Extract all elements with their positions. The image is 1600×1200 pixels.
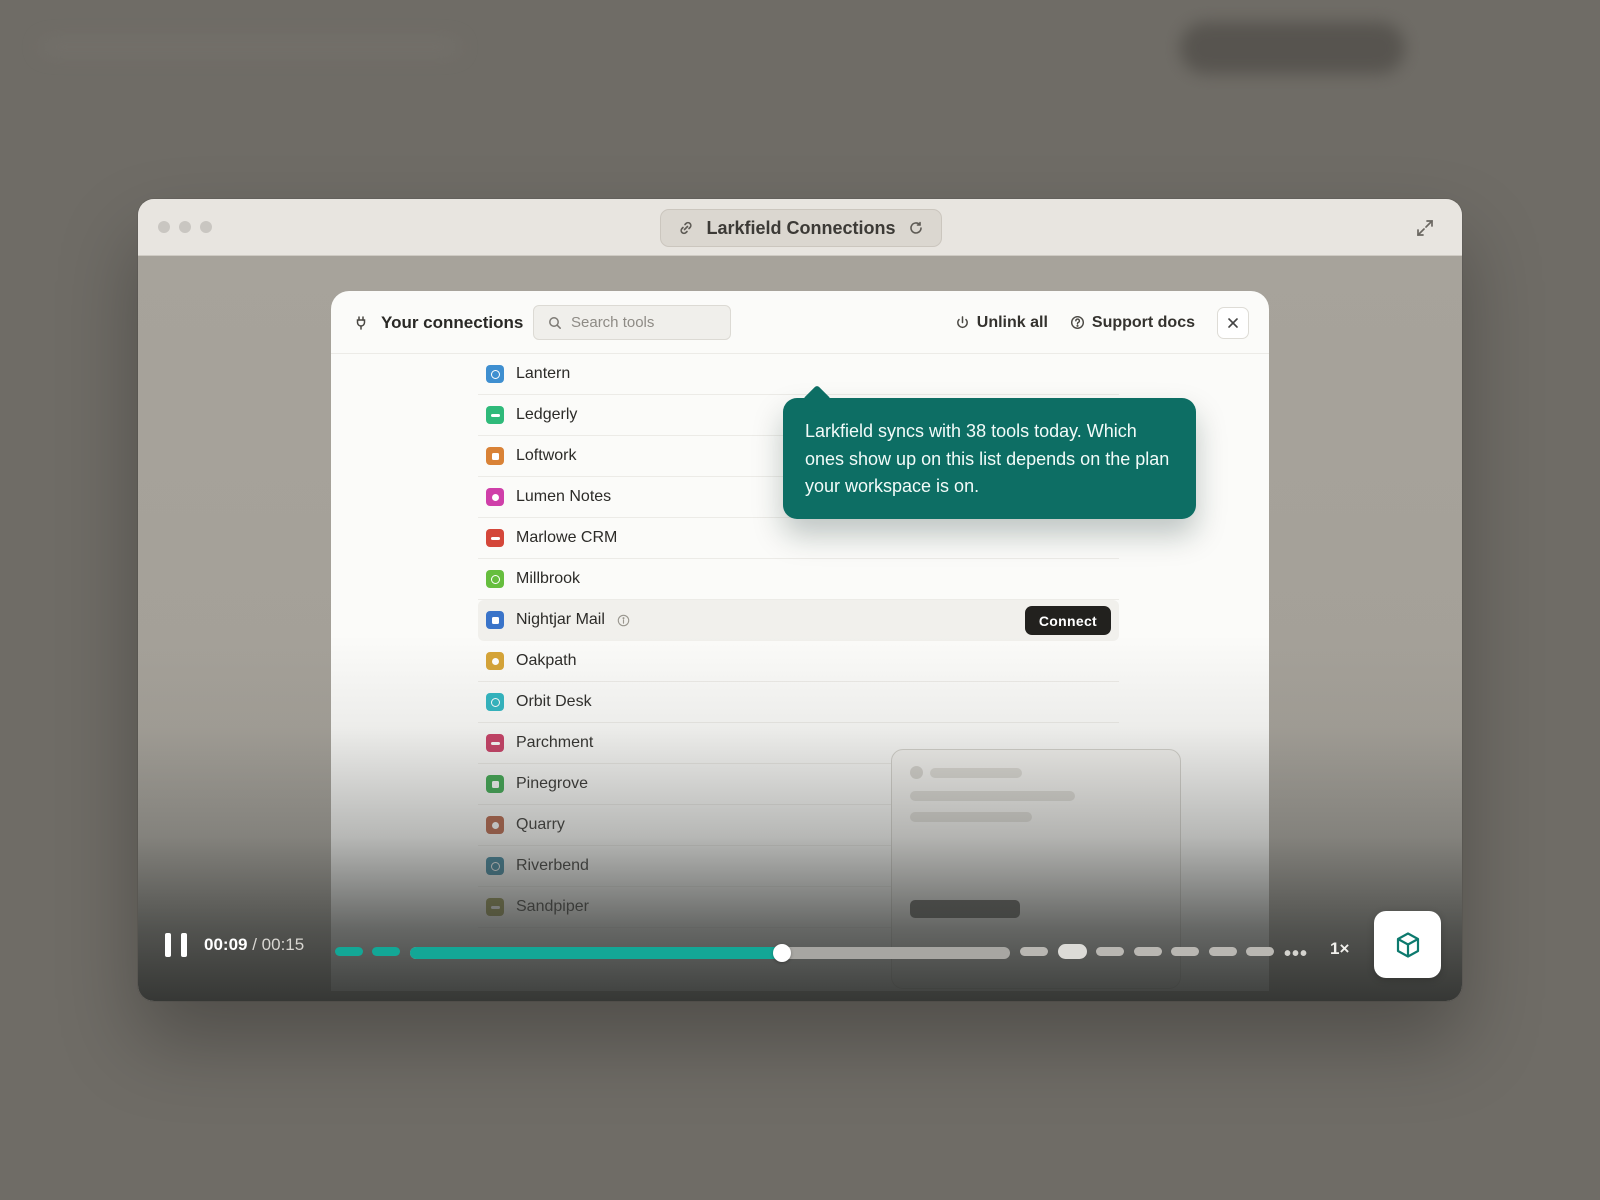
app-logo-icon (486, 652, 504, 670)
app-logo-icon (486, 365, 504, 383)
chapter-segment[interactable] (1246, 947, 1274, 956)
more-chapters-icon[interactable]: ••• (1284, 943, 1308, 966)
link-icon (678, 220, 694, 236)
connection-name: Pinegrove (516, 775, 589, 792)
chapter-segment[interactable] (1058, 944, 1087, 959)
background-blur-pill (1180, 22, 1405, 74)
app-logo-icon (486, 611, 504, 629)
modal-title-text: Your connections (381, 312, 524, 332)
cube-icon[interactable] (1374, 911, 1441, 978)
tooltip-text: Larkfield syncs with 38 tools today. Whi… (805, 421, 1170, 496)
reload-icon[interactable] (908, 220, 924, 236)
unlink-all-button[interactable]: Unlink all (955, 314, 1048, 332)
info-icon[interactable] (617, 614, 630, 627)
support-docs-label: Support docs (1091, 313, 1195, 331)
connection-name: Quarry (516, 816, 565, 833)
connection-name: Ledgerly (516, 406, 578, 423)
connection-name: Lumen Notes (516, 488, 612, 505)
connection-row[interactable]: Marlowe CRM (478, 518, 1119, 559)
search-field[interactable] (533, 305, 731, 340)
connection-name: Oakpath (516, 652, 577, 669)
connection-name: Riverbend (516, 857, 589, 874)
connection-name: Marlowe CRM (516, 529, 618, 546)
skeleton-line (910, 812, 1032, 822)
connection-row[interactable]: Millbrook (478, 559, 1119, 600)
app-logo-icon (486, 775, 504, 793)
background-blur (40, 40, 460, 54)
window-title: Larkfield Connections (706, 217, 896, 238)
connection-name: Nightjar Mail (516, 611, 605, 628)
connection-name: Loftwork (516, 447, 577, 464)
pause-icon[interactable] (165, 933, 187, 961)
minimize-window-dot[interactable] (179, 221, 191, 233)
modal-header: Your connections Search tools Unlink all… (331, 291, 1269, 354)
app-logo-icon (486, 488, 504, 506)
page-content: Your connections Search tools Unlink all… (138, 256, 1462, 1001)
connections-modal: Your connections Search tools Unlink all… (331, 291, 1269, 991)
app-logo-icon (486, 447, 504, 465)
progress-track[interactable] (410, 947, 1010, 959)
close-window-dot[interactable] (158, 221, 170, 233)
window-controls (158, 221, 212, 233)
connection-name: Orbit Desk (516, 693, 592, 710)
skeleton-avatar (910, 766, 923, 779)
progress-fill (410, 947, 782, 959)
chapter-segment[interactable] (1171, 947, 1199, 956)
window-titlebar: Larkfield Connections (138, 199, 1462, 256)
modal-actions: Unlink all Support docs (955, 291, 1249, 354)
plug-icon (353, 315, 369, 331)
app-logo-icon (486, 570, 504, 588)
chapter-segment[interactable] (1020, 947, 1048, 956)
skeleton-line (910, 791, 1075, 801)
address-bar[interactable]: Larkfield Connections (660, 209, 942, 247)
connect-button[interactable]: Connect (1024, 606, 1111, 635)
connection-name: Parchment (516, 734, 594, 751)
search-icon (548, 316, 562, 330)
support-docs-link[interactable]: Support docs (1070, 314, 1195, 332)
chapter-segment[interactable] (335, 947, 363, 956)
connection-row[interactable]: Oakpath (478, 641, 1119, 682)
current-time: 00:09 (204, 935, 248, 954)
video-player-controls: 00:09 / 00:15 ••• 1× (138, 911, 1462, 1001)
close-icon (1228, 317, 1238, 328)
playback-speed[interactable]: 1× (1330, 939, 1349, 959)
maximize-window-dot[interactable] (200, 221, 212, 233)
chapter-segment[interactable] (1209, 947, 1237, 956)
app-logo-icon (486, 406, 504, 424)
timecode: 00:09 / 00:15 (204, 935, 304, 955)
total-time: 00:15 (261, 935, 305, 954)
connection-row[interactable]: Lantern (478, 354, 1119, 395)
onboarding-tooltip: Larkfield syncs with 38 tools today. Whi… (783, 398, 1196, 519)
app-logo-icon (486, 529, 504, 547)
app-logo-icon (486, 734, 504, 752)
app-logo-icon (486, 816, 504, 834)
expand-icon[interactable] (1414, 217, 1436, 239)
time-separator: / (247, 935, 262, 954)
chapter-segment[interactable] (1096, 947, 1124, 956)
connection-name: Lantern (516, 365, 571, 382)
connection-row[interactable]: Nightjar Mail Connect (478, 600, 1119, 641)
app-logo-icon (486, 857, 504, 875)
browser-window: Larkfield Connections Your connections S… (138, 199, 1462, 1001)
search-input[interactable] (571, 314, 721, 331)
help-circle-icon (1070, 315, 1085, 330)
app-logo-icon (486, 693, 504, 711)
connection-row[interactable]: Orbit Desk (478, 682, 1119, 723)
chapter-segment[interactable] (1134, 947, 1162, 956)
progress-scrubber[interactable] (773, 944, 791, 962)
power-icon (955, 315, 970, 330)
modal-title: Your connections (353, 291, 523, 354)
close-modal-button[interactable] (1217, 306, 1249, 339)
connection-name: Millbrook (516, 570, 581, 587)
unlink-all-label: Unlink all (976, 313, 1048, 331)
chapter-segment[interactable] (372, 947, 400, 956)
skeleton-line (930, 768, 1022, 778)
